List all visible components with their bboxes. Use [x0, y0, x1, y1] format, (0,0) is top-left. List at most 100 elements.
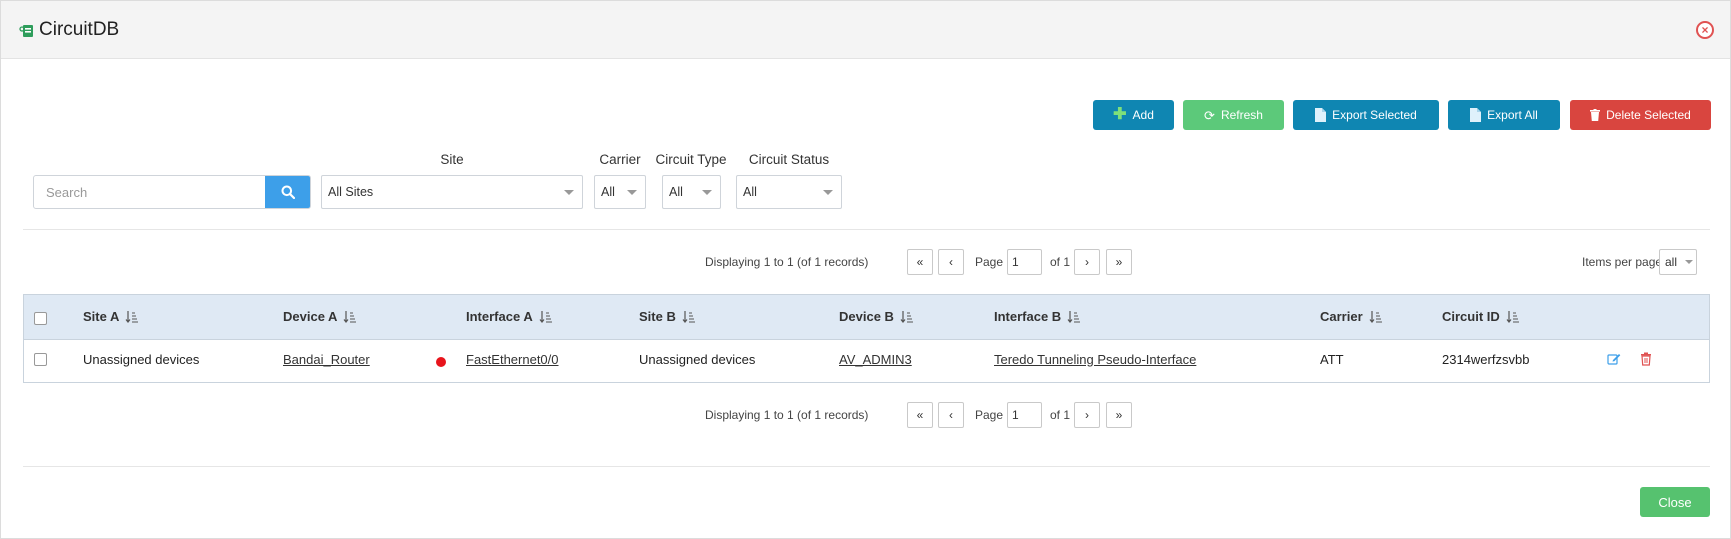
last-page-button[interactable]: »	[1106, 402, 1132, 428]
sort-icon[interactable]	[539, 310, 553, 324]
cell-site-b: Unassigned devices	[639, 352, 756, 367]
page-count-text: of 1	[1050, 408, 1071, 422]
chevron-down-icon	[627, 190, 637, 195]
column-header-label: Carrier	[1320, 309, 1363, 324]
page-label: Page	[975, 255, 1004, 269]
modal-header: CircuitDB ×	[1, 1, 1730, 59]
items-per-page-label: Items per page	[1582, 255, 1663, 269]
cell-site-a: Unassigned devices	[83, 352, 200, 367]
site-select[interactable]: All Sites	[321, 175, 583, 209]
column-header-label: Device A	[283, 309, 338, 324]
sort-icon[interactable]	[1067, 310, 1081, 324]
cell-interface-b-link[interactable]: Teredo Tunneling Pseudo-Interface	[994, 352, 1196, 367]
close-circle-icon[interactable]: ×	[1696, 21, 1714, 39]
column-header-interface-a[interactable]: Interface A	[466, 309, 553, 324]
export-all-button[interactable]: Export All	[1448, 100, 1560, 130]
page-number-input[interactable]	[1007, 249, 1042, 275]
circuit-status-filter-label: Circuit Status	[748, 152, 830, 167]
first-page-button[interactable]: «	[907, 402, 933, 428]
circuit-status-select-value: All	[743, 185, 757, 199]
circuit-status-select[interactable]: All	[736, 175, 842, 209]
search-icon	[281, 185, 295, 199]
add-button[interactable]: ✚ Add	[1093, 100, 1174, 130]
circuit-type-select[interactable]: All	[662, 175, 721, 209]
column-header-device-b[interactable]: Device B	[839, 309, 914, 324]
cell-device-a-link[interactable]: Bandai_Router	[283, 352, 370, 367]
divider	[23, 229, 1710, 230]
column-header-carrier[interactable]: Carrier	[1320, 309, 1383, 324]
page-count-text: of 1	[1050, 255, 1071, 269]
sort-icon[interactable]	[1506, 310, 1520, 324]
carrier-filter-label: Carrier	[599, 152, 641, 167]
refresh-button[interactable]: ⟳ Refresh	[1183, 100, 1284, 130]
column-header-device-a[interactable]: Device A	[283, 309, 357, 324]
export-selected-label: Export Selected	[1332, 108, 1417, 122]
chevron-down-icon	[823, 190, 833, 195]
column-header-label: Interface B	[994, 309, 1062, 324]
next-page-button[interactable]: ›	[1074, 249, 1100, 275]
sort-icon[interactable]	[1369, 310, 1383, 324]
select-all-checkbox[interactable]	[34, 312, 47, 325]
interface-status-down-icon	[436, 357, 446, 367]
sort-icon[interactable]	[343, 310, 357, 324]
prev-page-button[interactable]: ‹	[938, 402, 964, 428]
search-box	[33, 175, 311, 209]
divider	[23, 466, 1710, 467]
circuits-table: Site A Device A Interface A Site B Devic…	[23, 294, 1710, 383]
delete-selected-button[interactable]: Delete Selected	[1570, 100, 1711, 130]
site-filter-label: Site	[440, 152, 464, 167]
column-header-label: Device B	[839, 309, 894, 324]
export-all-label: Export All	[1487, 108, 1538, 122]
row-checkbox[interactable]	[34, 353, 47, 366]
refresh-button-label: Refresh	[1220, 108, 1263, 122]
items-per-page-value: all	[1665, 255, 1678, 269]
search-input[interactable]	[34, 176, 267, 208]
sort-icon[interactable]	[125, 310, 139, 324]
first-page-button[interactable]: «	[907, 249, 933, 275]
circuitdb-modal: CircuitDB × ✚ Add ⟳ Refresh Export Selec…	[0, 0, 1731, 539]
sort-icon[interactable]	[900, 310, 914, 324]
pagination-bottom: Displaying 1 to 1 (of 1 records) « ‹ Pag…	[705, 402, 1165, 428]
add-button-label: Add	[1132, 108, 1154, 122]
search-button[interactable]	[265, 176, 310, 208]
column-header-label: Site B	[639, 309, 676, 324]
last-page-button[interactable]: »	[1106, 249, 1132, 275]
file-export-icon	[1315, 108, 1327, 122]
column-header-site-b[interactable]: Site B	[639, 309, 696, 324]
site-select-value: All Sites	[328, 185, 374, 199]
cell-interface-a-link[interactable]: FastEthernet0/0	[466, 352, 559, 367]
circuit-type-select-value: All	[669, 185, 683, 199]
carrier-select[interactable]: All	[594, 175, 646, 209]
trash-icon[interactable]	[1639, 352, 1653, 366]
carrier-select-value: All	[601, 185, 615, 199]
page-number-input[interactable]	[1007, 402, 1042, 428]
cell-carrier: ATT	[1320, 352, 1344, 367]
items-per-page-select[interactable]: all	[1659, 249, 1697, 275]
column-header-label: Site A	[83, 309, 120, 324]
records-display-text: Displaying 1 to 1 (of 1 records)	[705, 255, 869, 269]
refresh-icon: ⟳	[1204, 107, 1215, 123]
chevron-down-icon	[564, 190, 574, 195]
trash-icon	[1590, 109, 1601, 121]
records-display-text: Displaying 1 to 1 (of 1 records)	[705, 408, 869, 422]
column-header-circuit-id[interactable]: Circuit ID	[1442, 309, 1520, 324]
column-header-interface-b[interactable]: Interface B	[994, 309, 1081, 324]
column-header-label: Interface A	[466, 309, 533, 324]
close-button[interactable]: Close	[1640, 487, 1710, 517]
column-header-site-a[interactable]: Site A	[83, 309, 139, 324]
circuit-type-filter-label: Circuit Type	[655, 152, 727, 167]
table-header-row: Site A Device A Interface A Site B Devic…	[24, 295, 1709, 340]
plus-icon: ✚	[1113, 106, 1127, 123]
edit-icon[interactable]	[1607, 352, 1621, 366]
chevron-down-icon	[702, 190, 712, 195]
column-header-label: Circuit ID	[1442, 309, 1500, 324]
export-selected-button[interactable]: Export Selected	[1293, 100, 1439, 130]
prev-page-button[interactable]: ‹	[938, 249, 964, 275]
cell-device-b-link[interactable]: AV_ADMIN3	[839, 352, 912, 367]
pagination-top: Displaying 1 to 1 (of 1 records) « ‹ Pag…	[705, 249, 1165, 275]
cell-circuit-id: 2314werfzsvbb	[1442, 352, 1530, 367]
file-export-icon	[1470, 108, 1482, 122]
page-title: CircuitDB	[39, 19, 120, 40]
next-page-button[interactable]: ›	[1074, 402, 1100, 428]
sort-icon[interactable]	[682, 310, 696, 324]
